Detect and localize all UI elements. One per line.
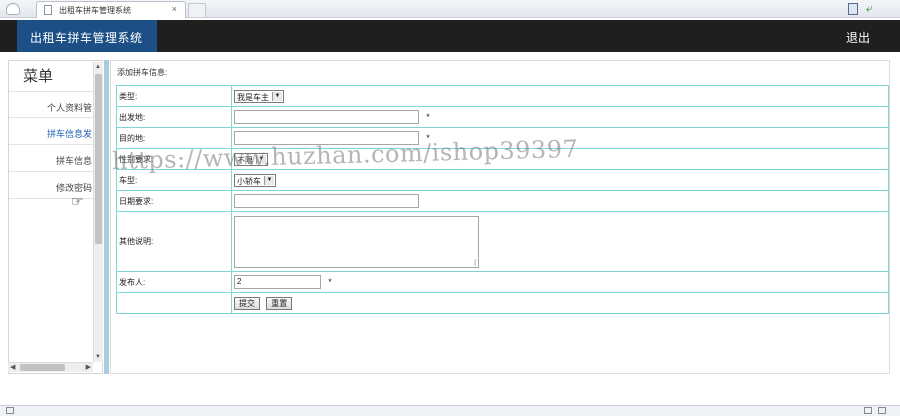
menu-list: 个人资料管 拼车信息发 拼车信息 修改密码 (9, 91, 95, 199)
reset-button[interactable]: 重置 (266, 296, 293, 310)
menu-item-publish-carpool[interactable]: 拼车信息发 (9, 118, 95, 145)
page-icon (44, 5, 52, 15)
scroll-down-icon[interactable]: ▼ (95, 354, 101, 360)
notes-label: 其他说明: (116, 211, 232, 272)
sidebar-horizontal-scrollbar[interactable]: ◀ ▶ (8, 362, 93, 372)
browser-tab[interactable]: 出租车拼车管理系统 × (36, 1, 186, 18)
hscrollbar-thumb[interactable] (20, 364, 65, 371)
form-row-notes: 其他说明: ⌈ (116, 211, 889, 272)
type-select-value: 我是车主 (237, 92, 269, 102)
page-view-icon[interactable] (848, 3, 858, 15)
type-select[interactable]: 我是车主 ▼ (234, 89, 284, 103)
departure-input[interactable] (234, 110, 419, 124)
frame-splitter[interactable] (104, 60, 109, 374)
date-input[interactable] (234, 194, 419, 208)
scroll-right-icon[interactable]: ▶ (86, 363, 91, 371)
status-zoom-icon[interactable] (864, 407, 873, 414)
hand-cursor-icon: ☞ (71, 193, 84, 209)
form-row-type: 类型: 我是车主 ▼ (116, 85, 889, 107)
app-header: 出租车拼车管理系统 退出 (0, 20, 900, 52)
menu-title: 菜单 (23, 68, 54, 85)
scroll-left-icon[interactable]: ◀ (10, 363, 15, 371)
carpool-form: 类型: 我是车主 ▼ 出发地: * 目的地: * 性别要求: 不限 ▼ 车型: … (116, 85, 889, 314)
scroll-up-icon[interactable]: ▲ (95, 64, 101, 70)
departure-label: 出发地: (116, 106, 232, 128)
sidebar: 菜单 个人资料管 拼车信息发 拼车信息 修改密码 ☞ (8, 60, 103, 374)
back-arrow-icon[interactable]: ⤶ (866, 2, 873, 14)
browser-tab-strip: 出租车拼车管理系统 × ⤶ (0, 0, 900, 18)
form-row-date: 日期要求: (116, 190, 889, 212)
menu-item-carpool-info[interactable]: 拼车信息 (9, 145, 95, 172)
chevron-down-icon: ▼ (272, 91, 282, 101)
form-row-departure: 出发地: * (116, 106, 889, 128)
notes-textarea[interactable]: ⌈ (234, 215, 479, 268)
type-label: 类型: (116, 85, 232, 107)
publisher-label: 发布人: (116, 271, 232, 293)
resize-grip-icon[interactable]: ⌈ (474, 259, 477, 267)
main-content: 添加拼车信息: 类型: 我是车主 ▼ 出发地: * 目的地: * 性别要求: 不… (110, 60, 890, 374)
chevron-down-icon: ▼ (264, 175, 274, 185)
form-row-car-type: 车型: 小轿车 ▼ (116, 169, 889, 191)
submit-button[interactable]: 提交 (234, 296, 260, 310)
browser-status-bar (0, 405, 900, 416)
home-icon[interactable] (6, 3, 20, 15)
menu-item-profile[interactable]: 个人资料管 (9, 91, 95, 118)
form-caption: 添加拼车信息: (117, 68, 168, 77)
new-tab-button[interactable] (188, 3, 206, 17)
car-type-select-value: 小轿车 (237, 176, 261, 186)
scrollbar-thumb[interactable] (95, 74, 102, 244)
car-type-select[interactable]: 小轿车 ▼ (234, 173, 276, 187)
form-row-actions: 提交 重置 (116, 292, 889, 314)
app-title: 出租车拼车管理系统 (17, 20, 157, 52)
browser-tab-title: 出租车拼车管理系统 (59, 6, 131, 15)
logout-link[interactable]: 退出 (846, 29, 870, 46)
date-label: 日期要求: (116, 190, 232, 212)
required-marker: * (328, 277, 332, 287)
status-security-icon (878, 407, 886, 414)
status-page-icon (6, 407, 14, 414)
sidebar-vertical-scrollbar[interactable]: ▲ ▼ (93, 62, 103, 362)
close-tab-icon[interactable]: × (172, 4, 177, 14)
publisher-input[interactable]: 2 (234, 275, 321, 289)
required-marker: * (426, 112, 430, 122)
form-row-publisher: 发布人: 2 * (116, 271, 889, 293)
